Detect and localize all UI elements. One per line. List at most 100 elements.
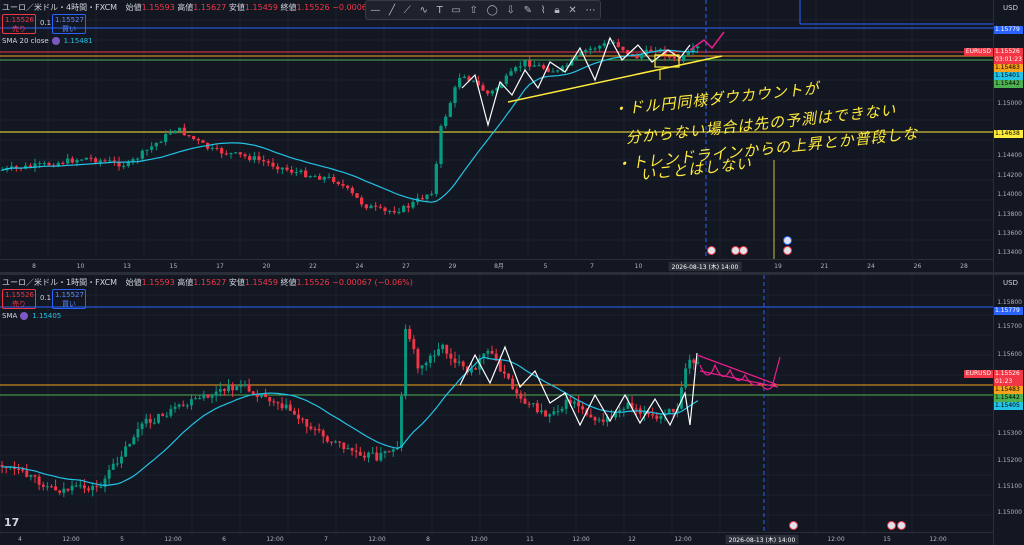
candle-body — [280, 403, 284, 409]
sell-button[interactable]: 1.15526 売り — [2, 14, 36, 34]
time-label: 12:00 — [572, 536, 590, 543]
buy-button[interactable]: 1.15527 買い — [52, 14, 86, 34]
symbol-tag: EURUSD — [963, 48, 993, 56]
candle-body — [308, 176, 312, 178]
more-icon[interactable]: ⋯ — [585, 5, 595, 16]
horizontal-line-icon[interactable]: — — [370, 5, 380, 16]
candle-body — [42, 163, 46, 165]
economic-event-icon[interactable] — [789, 521, 798, 530]
candle-body — [668, 56, 672, 58]
time-label: 8 — [32, 263, 36, 270]
candlestick-chart-1h[interactable] — [0, 275, 994, 533]
candle-body — [136, 429, 140, 438]
chart-pane-4h[interactable]: ユーロ／米ドル・4時間・FXCM 始値1.15593 高値1.15627 安値1… — [0, 0, 1024, 272]
economic-event-icon[interactable] — [783, 246, 792, 255]
sma-legend[interactable]: SMA 1.15405 — [2, 312, 61, 320]
circle-icon[interactable]: ◯ — [487, 5, 498, 16]
candle-body — [618, 410, 622, 412]
candle-body — [304, 170, 308, 178]
time-axis-4h[interactable]: 81013151720222427298月5710121719212426282… — [0, 259, 994, 272]
candle-body — [453, 358, 457, 363]
crosshair-date-label: 2026-08-13 (木) 14:00 — [725, 535, 799, 544]
candle-body — [598, 45, 602, 49]
candle-body — [247, 384, 251, 392]
candle-body — [98, 160, 102, 163]
candle-body — [406, 205, 410, 208]
arrow-up-icon[interactable]: ⇧ — [470, 5, 478, 16]
time-label: 8月 — [494, 263, 504, 270]
pencil-icon[interactable]: ✎ — [524, 5, 532, 16]
price-axis-4h[interactable]: USD 1.15000 1.14400 1.14200 1.14000 1.13… — [993, 0, 1024, 272]
candle-body — [325, 436, 329, 442]
candle-body — [210, 395, 214, 398]
polyline-icon[interactable]: ∿ — [419, 5, 427, 16]
candle-body — [391, 449, 395, 452]
candle-body — [318, 176, 322, 180]
economic-event-icon[interactable] — [783, 236, 792, 245]
symbol-title[interactable]: ユーロ／米ドル・1時間・FXCM — [2, 278, 117, 287]
candle-body — [593, 48, 597, 50]
candle-body — [84, 157, 88, 160]
time-label: 26 — [913, 263, 922, 270]
indicator-settings-icon[interactable] — [20, 312, 29, 320]
path-icon[interactable]: ⟋ — [404, 5, 411, 16]
candle-body — [634, 408, 638, 410]
candle-body — [299, 170, 303, 173]
spread-value: 0.1 — [40, 19, 52, 27]
candle-body — [334, 441, 338, 443]
rectangle-icon[interactable]: ▭ — [451, 5, 460, 16]
time-label: 24 — [355, 263, 364, 270]
time-label: 17 — [216, 263, 224, 270]
buy-button[interactable]: 1.15527 買い — [52, 289, 86, 309]
economic-event-icon[interactable] — [897, 521, 906, 530]
sma-legend[interactable]: SMA 20 close 1.15481 — [2, 37, 93, 45]
economic-event-icon[interactable] — [887, 521, 896, 530]
time-label: 12:00 — [164, 536, 182, 543]
candle-body — [564, 399, 568, 409]
candle-body — [682, 54, 686, 62]
time-label: 12:00 — [470, 536, 488, 543]
candle-body — [416, 349, 420, 369]
candle-body — [445, 344, 449, 354]
candle-body — [173, 406, 177, 409]
candle-body — [448, 103, 452, 117]
time-label: 7 — [590, 263, 594, 270]
candle-body — [80, 159, 84, 161]
brush-icon[interactable]: ⌇ — [541, 5, 546, 16]
trend-line-icon[interactable]: ╱ — [389, 5, 395, 16]
candle-body — [266, 161, 270, 163]
candle-body — [178, 127, 182, 131]
price-tag-current: 1.15526 — [994, 370, 1023, 378]
candle-body — [112, 160, 116, 162]
price-axis-1h[interactable]: USD 1.15800 1.15700 1.15600 1.15400 1.15… — [993, 275, 1024, 545]
candle-body — [374, 205, 378, 207]
economic-event-icon[interactable] — [707, 246, 716, 255]
tradingview-logo-icon[interactable]: 17 — [4, 516, 19, 529]
candle-body — [132, 437, 136, 445]
trash-icon[interactable]: ✕ — [568, 5, 576, 16]
indicator-settings-icon[interactable] — [51, 37, 60, 45]
candle-body — [412, 339, 416, 350]
candle-body — [202, 394, 206, 399]
candle-body — [61, 162, 65, 164]
candle-body — [50, 486, 53, 488]
candle-body — [47, 163, 51, 166]
candle-body — [218, 389, 222, 392]
time-axis-1h[interactable]: 4 12:00 5 12:00 6 12:00 7 12:00 8 12:00 11 12:00 12 1… — [0, 532, 994, 545]
lock-icon[interactable]: 🔒︎ — [554, 5, 559, 16]
arrow-down-icon[interactable]: ⇩ — [507, 5, 515, 16]
candle-body — [297, 414, 300, 419]
time-label: 27 — [402, 263, 410, 270]
time-label: 22 — [309, 263, 317, 270]
candle-body — [330, 441, 333, 443]
symbol-title[interactable]: ユーロ／米ドル・4時間・FXCM — [2, 3, 117, 12]
economic-event-icon[interactable] — [739, 246, 748, 255]
text-icon[interactable]: T — [437, 5, 443, 16]
chart-pane-1h[interactable]: ユーロ／米ドル・1時間・FXCM 始値1.15593 高値1.15627 安値1… — [0, 275, 1024, 545]
candle-body — [481, 85, 485, 91]
candle-body — [262, 160, 266, 162]
currency-label: USD — [1003, 279, 1018, 287]
sell-button[interactable]: 1.15526 売り — [2, 289, 36, 309]
candle-body — [140, 150, 144, 159]
candle-body — [234, 152, 238, 154]
